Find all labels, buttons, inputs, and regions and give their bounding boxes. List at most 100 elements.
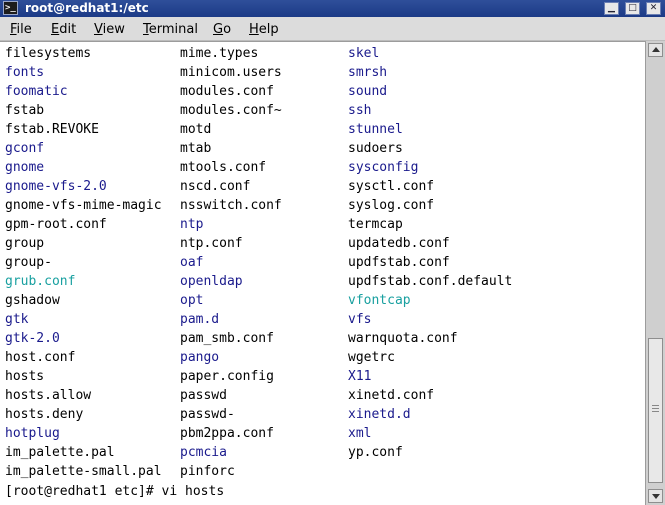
listing-entry: passwd- (180, 407, 235, 422)
listing-entry: sysconfig (348, 160, 419, 175)
listing-entry: yp.conf (348, 445, 403, 460)
menu-mnemonic: H (249, 22, 259, 37)
listing-entry: xinetd.d (348, 407, 411, 422)
listing-entry: host.conf (5, 350, 76, 365)
listing-entry: group- (5, 255, 52, 270)
listing-entry: vfontcap (348, 293, 411, 308)
menu-help[interactable]: Help (249, 22, 279, 37)
listing-entry: hosts.deny (5, 407, 84, 422)
listing-entry: gnome (5, 160, 45, 175)
scroll-up-icon[interactable] (648, 43, 663, 57)
shell-prompt[interactable]: [root@redhat1 etc]# vi hosts (5, 482, 224, 501)
listing-entry: warnquota.conf (348, 331, 458, 346)
window-titlebar[interactable]: >_ root@redhat1:/etc ▁ □ ✕ (0, 0, 665, 17)
listing-entry: gtk-2.0 (5, 331, 60, 346)
listing-entry: mtools.conf (180, 160, 267, 175)
close-button[interactable]: ✕ (646, 2, 661, 15)
listing-entry: im_palette.pal (5, 445, 115, 460)
maximize-icon: □ (628, 3, 637, 13)
listing-entry: gshadow (5, 293, 60, 308)
listing-entry: paper.config (180, 369, 274, 384)
menu-view[interactable]: View (94, 22, 125, 37)
listing-entry: ntp (180, 217, 204, 232)
listing-entry: sysctl.conf (348, 179, 435, 194)
listing-column-3: skel smrsh sound ssh stunnel sudoers sysconfig… (348, 44, 512, 462)
listing-entry: updfstab.conf (348, 255, 450, 270)
listing-entry: sudoers (348, 141, 403, 156)
listing-entry: mime.types (180, 46, 259, 61)
menu-mnemonic: G (213, 22, 224, 37)
listing-column-1: filesystems fonts foomatic fstab fstab.REVOK… (5, 44, 162, 481)
listing-entry: group (5, 236, 45, 251)
listing-entry: nsswitch.conf (180, 198, 282, 213)
listing-entry: modules.conf~ (180, 103, 282, 118)
listing-entry: opt (180, 293, 204, 308)
listing-entry: gnome-vfs-2.0 (5, 179, 107, 194)
menu-go[interactable]: Go (213, 22, 231, 37)
listing-entry: skel (348, 46, 380, 61)
listing-entry: grub.conf (5, 274, 76, 289)
listing-entry: filesystems (5, 46, 92, 61)
listing-entry: gnome-vfs-mime-magic (5, 198, 162, 213)
menu-label-rest: ile (16, 22, 32, 37)
menu-mnemonic: E (51, 22, 60, 37)
listing-entry: gconf (5, 141, 45, 156)
listing-entry: ssh (348, 103, 372, 118)
scroll-down-icon[interactable] (648, 489, 663, 503)
listing-entry: sound (348, 84, 388, 99)
listing-entry: nscd.conf (180, 179, 251, 194)
listing-entry: hosts.allow (5, 388, 92, 403)
listing-entry: vfs (348, 312, 372, 327)
scrollbar-thumb[interactable] (648, 338, 663, 483)
listing-entry: fstab (5, 103, 45, 118)
listing-entry: pbm2ppa.conf (180, 426, 274, 441)
listing-entry: updatedb.conf (348, 236, 450, 251)
listing-entry: oaf (180, 255, 204, 270)
maximize-button[interactable]: □ (625, 2, 640, 15)
listing-entry: stunnel (348, 122, 403, 137)
vertical-scrollbar[interactable] (645, 41, 665, 505)
listing-entry: X11 (348, 369, 372, 384)
menu-file[interactable]: File (10, 22, 32, 37)
listing-entry: fstab.REVOKE (5, 122, 99, 137)
menu-bar: File Edit View Terminal Go Help (0, 17, 665, 41)
window-title: root@redhat1:/etc (25, 1, 149, 15)
listing-entry: termcap (348, 217, 403, 232)
listing-entry: pcmcia (180, 445, 227, 460)
listing-entry: motd (180, 122, 212, 137)
listing-entry: syslog.conf (348, 198, 435, 213)
listing-entry: smrsh (348, 65, 388, 80)
menu-label-rest: iew (102, 22, 125, 37)
listing-entry: minicom.users (180, 65, 282, 80)
listing-entry: hosts (5, 369, 45, 384)
menu-edit[interactable]: Edit (51, 22, 76, 37)
listing-entry: pango (180, 350, 220, 365)
minimize-icon: ▁ (608, 3, 615, 13)
menu-label-rest: erminal (148, 22, 198, 37)
listing-entry: updfstab.conf.default (348, 274, 513, 289)
listing-entry: wgetrc (348, 350, 395, 365)
menu-terminal[interactable]: Terminal (143, 22, 198, 37)
listing-entry: pinforc (180, 464, 235, 479)
listing-entry: foomatic (5, 84, 68, 99)
listing-entry: gpm-root.conf (5, 217, 107, 232)
listing-entry: xinetd.conf (348, 388, 435, 403)
listing-entry: xml (348, 426, 372, 441)
minimize-button[interactable]: ▁ (604, 2, 619, 15)
menu-label-rest: elp (258, 22, 279, 37)
menu-label-rest: o (223, 22, 232, 37)
close-icon: ✕ (649, 3, 658, 13)
grip-line (652, 411, 659, 412)
listing-entry: mtab (180, 141, 212, 156)
listing-entry: modules.conf (180, 84, 274, 99)
listing-entry: pam_smb.conf (180, 331, 274, 346)
terminal-icon[interactable]: >_ (3, 1, 18, 15)
terminal-output[interactable]: filesystems fonts foomatic fstab fstab.REVOK… (0, 41, 645, 505)
listing-entry: pam.d (180, 312, 220, 327)
listing-column-2: mime.types minicom.users modules.conf modul… (180, 44, 282, 481)
listing-entry: hotplug (5, 426, 60, 441)
listing-entry: passwd (180, 388, 227, 403)
listing-entry: ntp.conf (180, 236, 243, 251)
menu-label-rest: dit (59, 22, 77, 37)
grip-line (652, 405, 659, 406)
